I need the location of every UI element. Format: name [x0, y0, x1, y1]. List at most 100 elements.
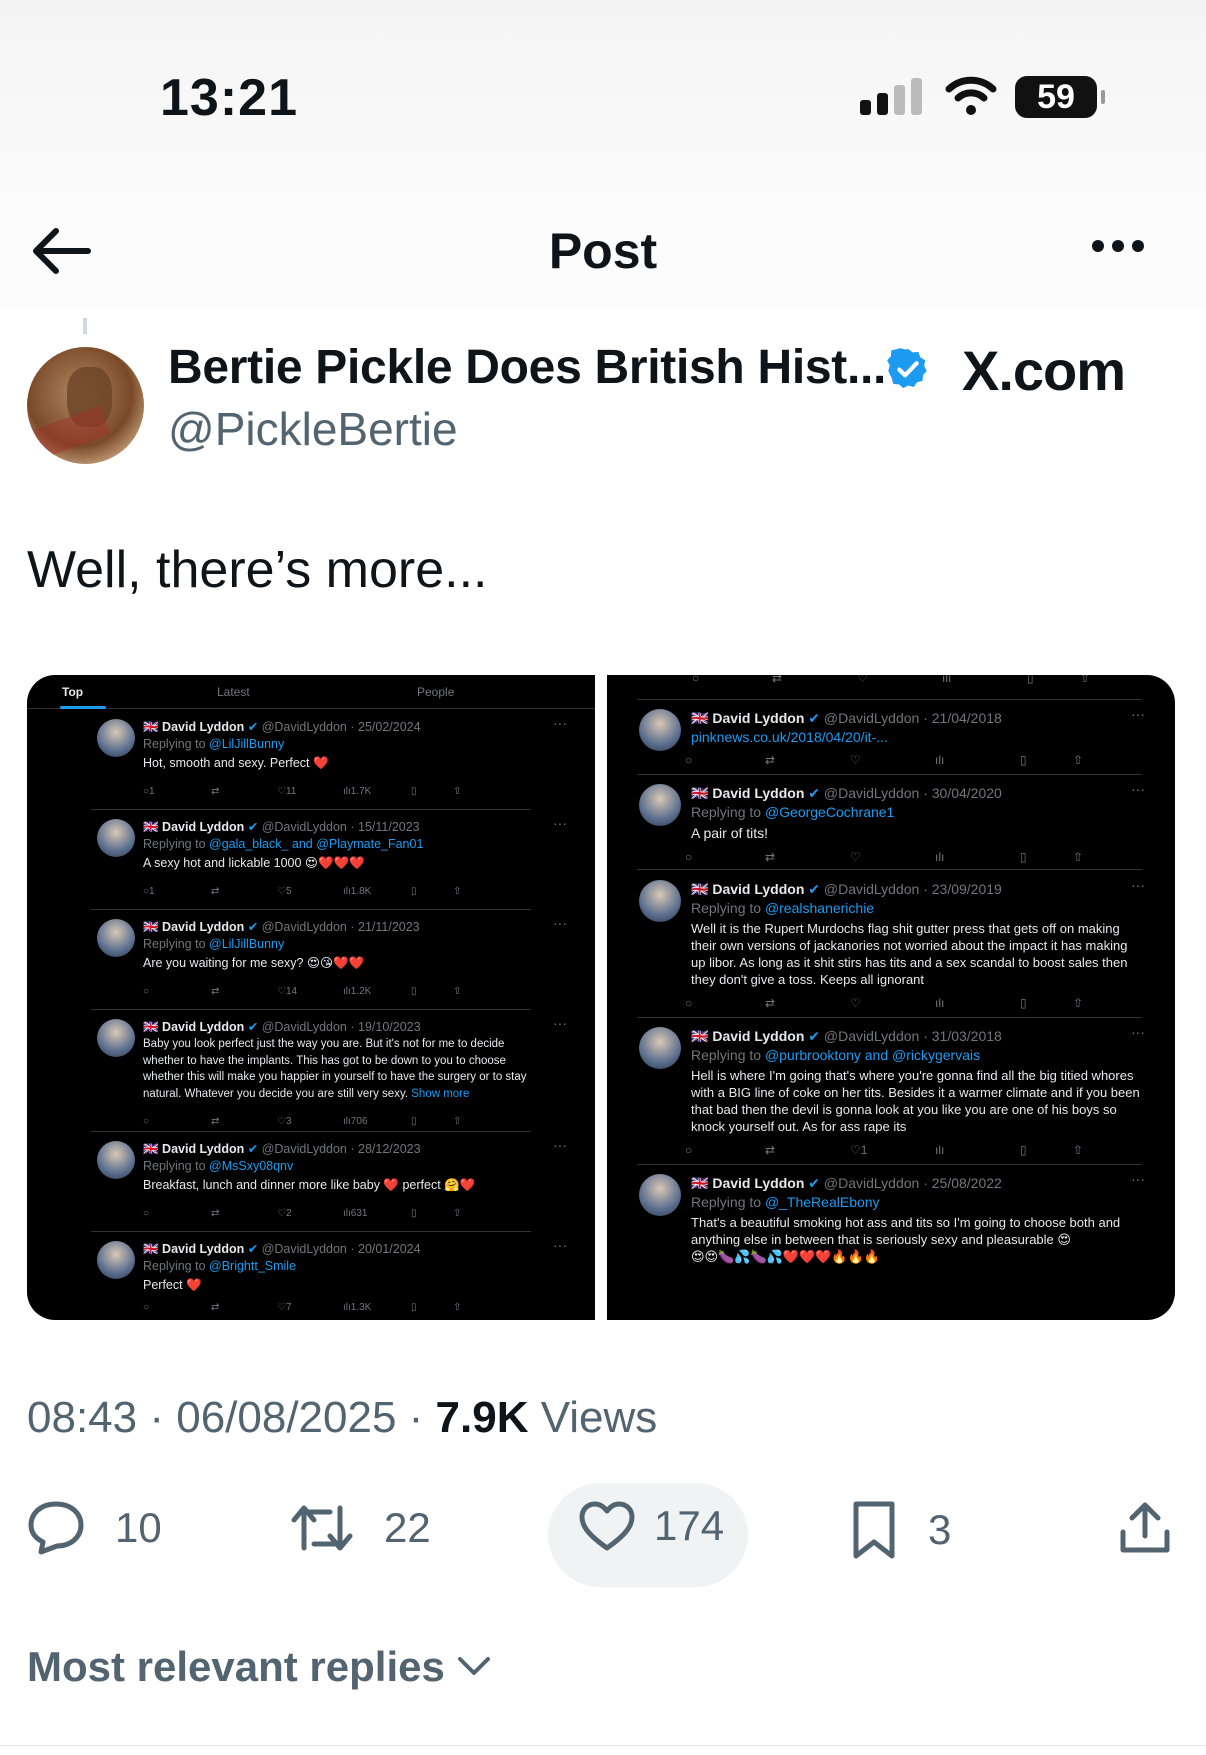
share-icon: ⇧: [453, 786, 462, 797]
tweet-author: David Lyddon: [712, 1028, 805, 1044]
author-name[interactable]: Bertie Pickle Does British Hist...: [168, 340, 886, 395]
flag-icon: 🇬🇧: [143, 1020, 163, 1034]
more-options-icon[interactable]: [1090, 238, 1146, 254]
emoji-row: 😍😍🍆💦🍆💦❤️❤️❤️🔥🔥🔥: [691, 1249, 880, 1264]
share-button[interactable]: [1118, 1500, 1172, 1556]
repost-icon: ⇄: [765, 1143, 776, 1157]
avatar: [97, 1241, 135, 1279]
reply-mention: @purbrooktony and @rickygervais: [764, 1047, 981, 1063]
reply-mention: @GeorgeCochrane1: [764, 804, 895, 820]
author-avatar[interactable]: [27, 347, 144, 464]
reply-icon: ○: [685, 1143, 693, 1157]
views-icon: ılı 1.7K: [343, 786, 372, 797]
flag-icon: 🇬🇧: [143, 1142, 163, 1156]
verified-badge-icon: ✔: [808, 785, 820, 801]
bookmark-count: 3: [928, 1506, 952, 1553]
tweet-handle-date: @DavidLyddon · 28/12/2023: [261, 1142, 421, 1156]
like-icon: ♡ 5: [277, 886, 292, 897]
replies-sort-dropdown[interactable]: Most relevant replies: [27, 1643, 491, 1691]
author-handle[interactable]: @PickleBertie: [168, 402, 458, 456]
tweet-text: That's a beautiful smoking hot ass and t…: [691, 1215, 1121, 1247]
repost-icon: ⇄: [211, 786, 220, 797]
more-icon: ···: [1131, 1024, 1145, 1040]
post-timestamp-views: 08:43 · 06/08/2025 · 7.9K Views: [27, 1393, 658, 1442]
tweet-handle-date: @DavidLyddon · 21/11/2023: [261, 920, 420, 934]
tweet-handle-date: @DavidLyddon · 30/04/2020: [823, 785, 1002, 801]
flag-icon: 🇬🇧: [143, 820, 163, 834]
replying-label: Replying to: [143, 1159, 210, 1173]
more-icon: ···: [553, 1015, 567, 1031]
views-label: Views: [528, 1393, 658, 1442]
post-text: Well, there’s more...: [27, 541, 488, 599]
replying-label: Replying to: [691, 804, 765, 820]
reply-icon: ○: [685, 996, 693, 1010]
post-time: 08:43: [27, 1393, 138, 1442]
more-icon: ···: [1131, 877, 1145, 893]
tweet-handle-date: @DavidLyddon · 20/01/2024: [261, 1242, 421, 1256]
reply-icon: ○ 1: [143, 886, 155, 897]
bookmark-icon: ▯: [1020, 996, 1027, 1010]
flag-icon: 🇬🇧: [691, 1175, 713, 1191]
tweet-handle-date: @DavidLyddon · 31/03/2018: [823, 1028, 1002, 1044]
reply-mention: @MsSxy08qnv: [209, 1159, 294, 1173]
views-icon: ılı 1.8K: [343, 886, 372, 897]
flag-icon: 🇬🇧: [143, 720, 163, 734]
repost-button[interactable]: 22: [290, 1500, 431, 1556]
replies-sort-label: Most relevant replies: [27, 1643, 445, 1690]
more-icon: ···: [1131, 1171, 1145, 1187]
like-icon: ♡: [850, 753, 861, 767]
tweet-text: Breakfast, lunch and dinner more like ba…: [143, 1178, 476, 1192]
like-icon: ♡ 3: [277, 1116, 292, 1127]
verified-badge-icon: ✔: [808, 710, 820, 726]
tab-top: Top: [62, 685, 84, 699]
repost-icon: ⇄: [211, 1208, 220, 1219]
repost-icon: ⇄: [211, 1116, 220, 1127]
reply-button[interactable]: 10: [27, 1500, 162, 1556]
flag-icon: 🇬🇧: [691, 881, 713, 897]
bookmark-button[interactable]: 3: [850, 1500, 951, 1560]
tweet-text: Well it is the Rupert Murdochs flag shit…: [691, 921, 1128, 987]
tweet-text: Are you waiting for me sexy? 😍😘❤️❤️: [143, 956, 365, 970]
views-count[interactable]: 7.9K: [436, 1393, 529, 1442]
reply-mention: @Brightt_Smile: [209, 1259, 297, 1273]
avatar: [97, 719, 135, 757]
tweet-handle-date: @DavidLyddon · 21/04/2018: [823, 710, 1002, 726]
bookmark-icon: ▯: [411, 1208, 417, 1219]
reply-count: 10: [115, 1504, 162, 1551]
views-icon: ılı: [935, 850, 945, 864]
share-icon: [1120, 1502, 1170, 1553]
like-icon: ♡ 11: [277, 786, 297, 797]
share-icon: ⇧: [1073, 1143, 1084, 1157]
tweet-author: David Lyddon: [712, 710, 805, 726]
more-icon: ···: [1131, 781, 1145, 797]
bookmark-icon: ▯: [1020, 753, 1027, 767]
more-icon: ···: [553, 915, 567, 931]
views-icon: ılı 1.3K: [343, 1302, 372, 1313]
x-watermark: X.com: [962, 339, 1126, 402]
verified-badge-icon: ✔: [247, 720, 259, 734]
views-icon: ılı 706: [343, 1116, 368, 1127]
bookmark-icon: ▯: [411, 986, 417, 997]
tweet-handle-date: @DavidLyddon · 23/09/2019: [823, 881, 1002, 897]
replying-label: Replying to: [691, 1194, 765, 1210]
attached-image-right[interactable]: ○ ⇄ ♡ ılı ▯ ⇧ 🇬🇧 David Lyddon ✔ @DavidLyddon …: [607, 675, 1175, 1320]
tweet-text: Perfect ❤️: [143, 1278, 202, 1292]
active-tab-indicator: [60, 706, 106, 709]
attached-image-left[interactable]: Top Latest People 🇬🇧 David Lyddon ✔ @Dav…: [27, 675, 595, 1320]
more-icon: ···: [553, 1237, 567, 1253]
search-tabs: Top Latest People: [27, 675, 595, 709]
verified-badge-icon: ✔: [247, 920, 259, 934]
like-button[interactable]: 174: [578, 1500, 724, 1552]
tab-latest: Latest: [217, 685, 250, 699]
like-icon: ♡ 14: [277, 986, 298, 997]
replying-label: Replying to: [143, 737, 210, 751]
reply-icon: ○: [143, 1302, 150, 1313]
avatar: [97, 919, 135, 957]
page-title: Post: [548, 223, 658, 279]
flag-icon: 🇬🇧: [691, 1028, 713, 1044]
views-icon: ılı 631: [343, 1208, 368, 1219]
share-icon: ⇧: [453, 986, 462, 997]
repost-icon: [291, 1505, 353, 1551]
tweet-text: Hell is where I'm going that's where you…: [691, 1068, 1140, 1134]
avatar: [639, 1027, 681, 1069]
